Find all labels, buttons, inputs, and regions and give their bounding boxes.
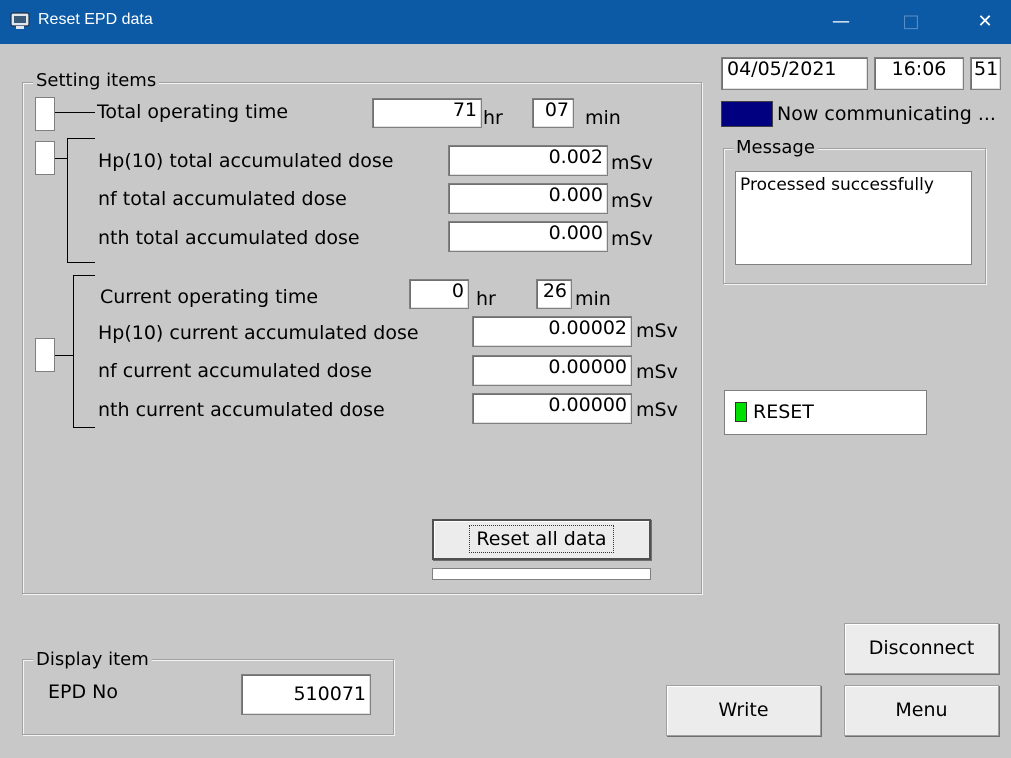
seconds-field: 51 xyxy=(970,57,1001,90)
total-hr-unit: hr xyxy=(483,107,503,129)
title-bar: Reset EPD data — □ ✕ xyxy=(0,0,1011,44)
bracket-line xyxy=(67,138,95,139)
hp10-total-dose-label: Hp(10) total accumulated dose xyxy=(98,150,394,172)
reset-status-label: RESET xyxy=(753,401,814,423)
nth-total-dose-unit: mSv xyxy=(611,228,653,250)
app-icon xyxy=(10,12,30,29)
connector-line xyxy=(55,158,67,159)
current-hours-field[interactable]: 0 xyxy=(409,279,469,309)
nth-total-dose-field[interactable]: 0.000 xyxy=(448,221,608,252)
nth-current-dose-label: nth current accumulated dose xyxy=(98,399,385,421)
connector-line xyxy=(55,112,95,113)
current-hr-unit: hr xyxy=(476,288,496,310)
message-box: Processed successfully xyxy=(735,171,972,265)
reset-status-box: RESET xyxy=(724,390,927,435)
epd-no-label: EPD No xyxy=(48,681,118,703)
reset-epd-window: Reset EPD data — □ ✕ Setting items Total… xyxy=(0,0,1011,758)
nf-total-dose-field[interactable]: 0.000 xyxy=(448,183,608,214)
current-min-unit: min xyxy=(575,288,611,310)
bracket-line xyxy=(67,138,68,262)
bracket-line xyxy=(73,427,95,428)
write-button[interactable]: Write xyxy=(666,685,821,736)
reset-status-led xyxy=(735,402,747,422)
time-field: 16:06 xyxy=(874,57,964,90)
hp10-current-dose-label: Hp(10) current accumulated dose xyxy=(98,322,419,344)
nf-total-dose-label: nf total accumulated dose xyxy=(98,188,347,210)
reset-all-data-button[interactable]: Reset all data xyxy=(432,519,651,560)
communication-indicator xyxy=(721,101,773,127)
maximize-button[interactable]: □ xyxy=(888,0,934,44)
reset-all-data-label: Reset all data xyxy=(469,525,614,553)
menu-button[interactable]: Menu xyxy=(844,685,999,736)
total-minutes-field[interactable]: 07 xyxy=(532,98,574,128)
bracket-line xyxy=(73,275,95,276)
hp10-total-dose-field[interactable]: 0.002 xyxy=(448,145,608,176)
hp10-current-dose-unit: mSv xyxy=(636,320,678,342)
close-button[interactable]: ✕ xyxy=(962,0,1008,44)
display-item-title: Display item xyxy=(33,649,152,670)
hp10-current-dose-field[interactable]: 0.00002 xyxy=(472,316,632,347)
total-min-unit: min xyxy=(585,107,621,129)
reset-progress-bar xyxy=(432,568,651,580)
message-title: Message xyxy=(733,137,818,158)
nf-current-dose-unit: mSv xyxy=(636,361,678,383)
bracket-line xyxy=(67,262,95,263)
nf-total-dose-unit: mSv xyxy=(611,190,653,212)
total-doses-checkbox[interactable] xyxy=(35,141,55,175)
minimize-button[interactable]: — xyxy=(818,0,864,44)
current-operating-time-label: Current operating time xyxy=(100,286,319,308)
nth-current-dose-unit: mSv xyxy=(636,399,678,421)
epd-no-field[interactable]: 510071 xyxy=(241,674,371,715)
bracket-line xyxy=(73,275,74,427)
communication-status-text: Now communicating ... xyxy=(777,103,996,125)
nf-current-dose-label: nf current accumulated dose xyxy=(98,360,372,382)
date-field: 04/05/2021 xyxy=(721,57,868,90)
setting-items-title: Setting items xyxy=(33,70,160,91)
total-operating-time-label: Total operating time xyxy=(97,101,289,123)
nth-total-dose-label: nth total accumulated dose xyxy=(98,227,360,249)
current-values-checkbox[interactable] xyxy=(35,338,55,372)
total-hours-field[interactable]: 71 xyxy=(372,98,482,128)
window-title: Reset EPD data xyxy=(38,11,153,28)
connector-line xyxy=(55,355,73,356)
nth-current-dose-field[interactable]: 0.00000 xyxy=(472,393,632,424)
nf-current-dose-field[interactable]: 0.00000 xyxy=(472,355,632,386)
disconnect-button[interactable]: Disconnect xyxy=(844,623,999,674)
hp10-total-dose-unit: mSv xyxy=(611,152,653,174)
total-operating-time-checkbox[interactable] xyxy=(35,97,55,131)
current-minutes-field[interactable]: 26 xyxy=(536,279,572,309)
